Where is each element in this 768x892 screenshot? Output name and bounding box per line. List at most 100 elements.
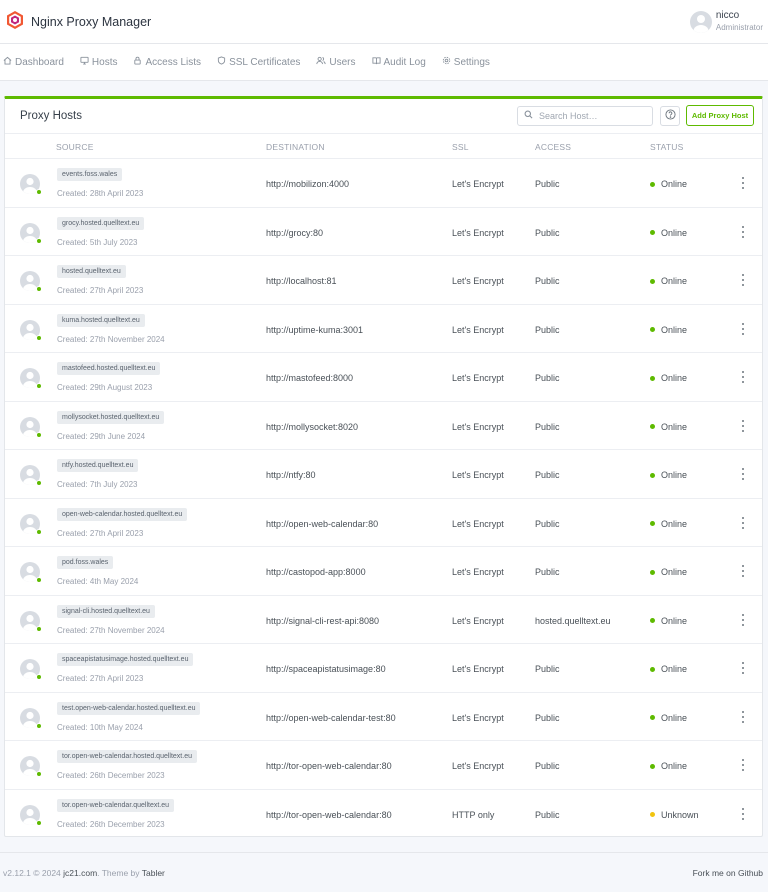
status-text: Online [661,324,688,335]
status-text: Online [661,761,688,771]
domain-badge[interactable]: open-web-calendar.hosted.quelltext.eu [57,507,188,521]
row-menu-button[interactable] [740,710,746,723]
destination: http://ntfy:80 [266,470,316,480]
ssl-type: Let's Encrypt [452,761,504,771]
app-title: Nginx Proxy Manager [31,14,152,29]
nav-users[interactable]: Users [316,56,356,68]
row-menu-button[interactable] [740,807,746,820]
nav-label: Dashboard [15,56,64,68]
nav-access-lists[interactable]: Access Lists [133,56,201,68]
table-row: tor.open-web-calendar.quelltext.eu Create… [5,790,762,839]
domain-badge[interactable]: grocy.hosted.quelltext.eu [57,216,145,230]
theme-link[interactable]: Tabler [142,868,165,878]
created-date: Created: 29th August 2023 [57,383,153,392]
access-list: Public [535,421,560,432]
user-name: nicco [715,10,740,21]
nav-label: Users [329,56,356,68]
avatar [20,319,42,341]
column-header-ssl[interactable]: SSL [452,142,469,152]
domain-badge[interactable]: test.open-web-calendar.hosted.quelltext.… [57,701,201,715]
row-menu-button[interactable] [740,613,746,626]
access-list: Public [535,809,560,820]
domain-badge[interactable]: spaceapistatusimage.hosted.quelltext.eu [57,653,194,666]
avatar [20,756,42,777]
avatar [20,659,42,680]
row-menu-button[interactable] [740,468,746,480]
search-box[interactable] [517,106,653,126]
row-menu-button[interactable] [740,177,746,189]
help-button[interactable] [660,106,680,126]
status-badge: Online [650,713,687,723]
search-input[interactable] [539,111,639,121]
row-menu-button[interactable] [740,565,746,577]
ssl-type: Let's Encrypt [452,276,504,286]
github-link[interactable]: Fork me on Github [693,868,763,878]
domain-badge[interactable]: signal-cli.hosted.quelltext.eu [57,604,155,618]
avatar [20,416,42,438]
domain-badge[interactable]: ntfy.hosted.quelltext.eu [57,459,139,472]
nav-settings[interactable]: Settings [442,56,490,68]
row-menu-button[interactable] [740,759,746,771]
column-header-source[interactable]: SOURCE [56,142,94,152]
domain-badge[interactable]: pod.foss.wales [57,556,114,569]
column-header-access[interactable]: ACCESS [535,142,571,152]
domain-badge[interactable]: mollysocket.hosted.quelltext.eu [57,410,165,424]
avatar-status-dot [36,334,42,341]
row-menu-button[interactable] [740,225,746,238]
status-badge: Unknown [650,810,699,820]
column-header-status[interactable]: STATUS [650,142,683,152]
book-icon [371,56,384,68]
destination: http://tor-open-web-calendar:80 [266,761,392,771]
ssl-type: Let's Encrypt [452,615,504,626]
nav-hosts[interactable]: Hosts [80,56,117,68]
user-role: Administrator [715,23,763,32]
access-list: Public [535,324,560,335]
created-date: Created: 28th April 2023 [57,189,144,198]
row-menu-button[interactable] [740,322,746,335]
status-dot-icon [650,278,655,284]
row-menu-button[interactable] [740,516,746,529]
destination: http://tor-open-web-calendar:80 [266,809,392,820]
status-text: Online [661,421,688,432]
status-text: Online [661,227,688,238]
domain-badge[interactable]: hosted.quelltext.eu [57,265,126,278]
author-link[interactable]: jc21.com [63,868,97,878]
ssl-type: Let's Encrypt [452,421,504,432]
nav-dashboard[interactable]: Dashboard [3,56,64,68]
row-menu-button[interactable] [740,371,746,383]
brand[interactable]: Nginx Proxy Manager [7,11,151,32]
row-menu-button[interactable] [740,662,746,674]
nav-label: Audit Log [383,56,426,68]
row-menu-button[interactable] [740,274,746,286]
table-row: mollysocket.hosted.quelltext.eu Created: … [5,402,762,450]
domain-badge[interactable]: events.foss.wales [57,168,123,181]
domain-badge[interactable]: mastofeed.hosted.quelltext.eu [57,362,161,375]
user-menu[interactable]: nicco Administrator [689,10,763,34]
main-nav: Dashboard Hosts Access Lists SSL Certifi… [0,44,768,81]
add-proxy-host-button[interactable]: Add Proxy Host [686,105,754,126]
ssl-type: Let's Encrypt [452,518,504,529]
destination: http://grocy:80 [266,227,324,238]
avatar [689,11,712,33]
avatar-status-dot [36,771,42,777]
ssl-type: Let's Encrypt [452,373,504,383]
status-dot-icon [650,715,655,720]
avatar [20,513,42,535]
avatar-status-dot [36,237,42,244]
nav-ssl-certificates[interactable]: SSL Certificates [217,56,300,68]
domain-badge[interactable]: tor.open-web-calendar.hosted.quelltext.e… [57,750,197,763]
monitor-icon [80,56,92,68]
status-dot-icon [650,618,655,623]
domain-badge[interactable]: tor.open-web-calendar.quelltext.eu [57,798,175,812]
row-menu-button[interactable] [740,419,746,432]
destination: http://open-web-calendar-test:80 [266,712,396,723]
avatar [20,465,42,486]
nav-audit-log[interactable]: Audit Log [371,56,426,68]
column-header-destination[interactable]: DESTINATION [266,142,325,152]
domain-badge[interactable]: kuma.hosted.quelltext.eu [57,313,145,327]
table-row: spaceapistatusimage.hosted.quelltext.eu C… [5,644,762,693]
destination: http://open-web-calendar:80 [266,518,379,529]
table-row: test.open-web-calendar.hosted.quelltext.… [5,693,762,741]
access-list: Public [535,470,560,480]
avatar [20,174,42,195]
